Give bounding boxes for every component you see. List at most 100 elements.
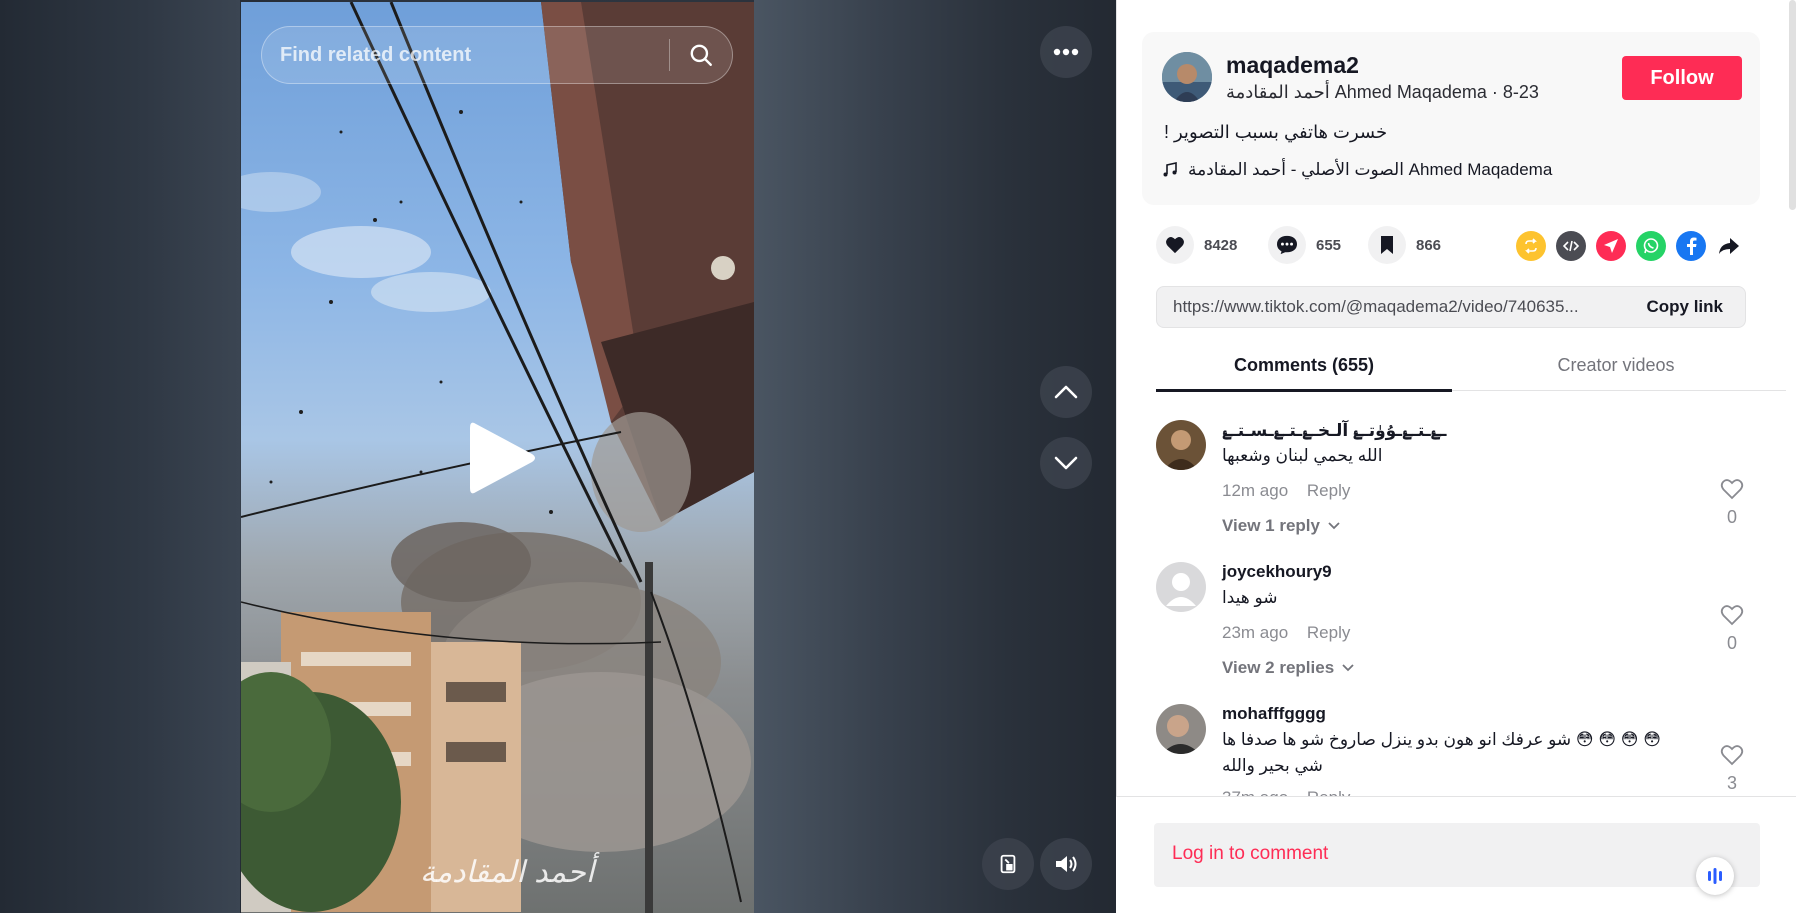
save-button[interactable]: 866 — [1368, 226, 1441, 264]
commenter-avatar-image — [1156, 704, 1206, 754]
author-username[interactable]: maqadema2 — [1226, 52, 1359, 79]
comment-item: mohafffgggg 😳 😳 😳 😳 شو عرفك انو هون بدو … — [1156, 704, 1756, 796]
view-replies-button[interactable]: View 1 reply — [1222, 516, 1340, 536]
search-icon — [690, 44, 712, 66]
comment-like-count: 3 — [1726, 773, 1737, 793]
comment-time: 12m ago — [1222, 481, 1289, 500]
comment-username[interactable]: ـۓـتـۓـۇۈتـۓ آلـخـۓـتـۓـسـتـۓ — [1222, 420, 1446, 441]
play-button[interactable] — [466, 418, 538, 498]
comment-username[interactable]: mohafffgggg — [1222, 704, 1326, 724]
embed-button[interactable] — [1556, 231, 1586, 261]
video-pane: أحمد المقادمة — [0, 0, 1116, 913]
more-share-button[interactable] — [1714, 231, 1744, 261]
more-horizontal-icon — [1053, 48, 1079, 56]
music-title: الصوت الأصلي - أحمد المقادمة Ahmed Maqad… — [1188, 160, 1553, 179]
share-link-box: https://www.tiktok.com/@maqadema2/video/… — [1156, 286, 1746, 328]
author-card: maqadema2 أحمد المقادمة Ahmed Maqadema ·… — [1142, 32, 1760, 205]
search-button[interactable] — [670, 27, 732, 83]
code-embed-icon — [1563, 240, 1579, 252]
comment-list[interactable]: ـۓـتـۓـۇۈتـۓ آلـخـۓـتـۓـسـتـۓ الله يحمي … — [1116, 392, 1788, 796]
comment-icon-wrap — [1268, 226, 1306, 264]
tab-comments[interactable]: Comments (655) — [1156, 355, 1452, 376]
author-avatar-image — [1162, 52, 1212, 102]
bookmark-icon — [1381, 236, 1393, 254]
tiktok-video-page: أحمد المقادمة — [0, 0, 1796, 913]
floating-player-button[interactable] — [982, 838, 1034, 890]
comment-meta: 23m ago Reply — [1222, 623, 1350, 643]
share-link-text[interactable]: https://www.tiktok.com/@maqadema2/video/… — [1173, 297, 1625, 317]
comment-like-count: 0 — [1726, 633, 1737, 653]
comment-avatar[interactable] — [1156, 704, 1206, 754]
comment-item: ـۓـتـۓـۇۈتـۓ آلـخـۓـتـۓـسـتـۓ الله يحمي … — [1156, 420, 1756, 560]
more-options-button[interactable] — [1040, 26, 1092, 78]
video-caption: خسرت هاتفي بسبب التصوير ! — [1164, 122, 1388, 142]
video-blur-background-left — [0, 0, 240, 913]
default-avatar-icon — [1156, 562, 1206, 612]
comment-like-button[interactable]: 0 — [1716, 478, 1748, 528]
heart-outline-icon — [1720, 605, 1744, 626]
heart-outline-icon — [1720, 745, 1744, 766]
comment-meta: 37m ago Reply — [1222, 788, 1350, 796]
chevron-down-icon — [1054, 456, 1078, 470]
comment-avatar[interactable] — [1156, 562, 1206, 612]
comment-reply-button[interactable]: Reply — [1307, 788, 1350, 796]
comment-like-button[interactable]: 0 — [1716, 604, 1748, 654]
comment-text: الله يحمي لبنان وشعبها — [1222, 446, 1383, 465]
related-content-search — [261, 26, 733, 84]
commenter-avatar-image — [1156, 420, 1206, 470]
music-row[interactable]: الصوت الأصلي - أحمد المقادمة Ahmed Maqad… — [1162, 160, 1552, 180]
comment-time: 37m ago — [1222, 788, 1288, 796]
chevron-up-icon — [1054, 385, 1078, 399]
panel-tabs: Comments (655) Creator videos — [1156, 347, 1786, 392]
search-input[interactable] — [262, 27, 669, 83]
comment-text-line-2: شي بحير والله — [1222, 756, 1323, 775]
comment-footer: Log in to comment — [1116, 796, 1796, 913]
send-icon — [1604, 239, 1618, 253]
previous-video-button[interactable] — [1040, 366, 1092, 418]
next-video-button[interactable] — [1040, 437, 1092, 489]
comment-meta: 12m ago Reply — [1222, 481, 1350, 501]
share-whatsapp-button[interactable] — [1636, 231, 1666, 261]
login-to-comment-button[interactable]: Log in to comment — [1154, 823, 1760, 895]
author-avatar[interactable] — [1162, 52, 1212, 102]
comment-text: شو هيدا — [1222, 588, 1278, 607]
comment-username[interactable]: joycekhoury9 — [1222, 562, 1332, 582]
volume-button[interactable] — [1040, 838, 1092, 890]
comment-count: 655 — [1316, 236, 1342, 254]
music-note-icon — [1163, 162, 1177, 177]
comment-avatar[interactable] — [1156, 420, 1206, 470]
heart-icon — [1166, 237, 1184, 254]
comment-icon — [1277, 235, 1297, 255]
facebook-icon — [1687, 237, 1697, 255]
comment-text: 😳 😳 😳 😳 شو عرفك انو هون بدو ينزل صاروخ ش… — [1222, 730, 1661, 749]
send-to-friends-button[interactable] — [1596, 231, 1626, 261]
video-watermark: أحمد المقادمة — [420, 855, 595, 890]
audio-bars-icon — [1708, 868, 1722, 884]
copy-link-button[interactable]: Copy link — [1646, 297, 1723, 317]
comment-like-button[interactable]: 3 — [1716, 744, 1748, 794]
like-button[interactable]: 8428 — [1156, 226, 1237, 264]
tab-creator-videos[interactable]: Creator videos — [1466, 355, 1766, 376]
follow-button[interactable]: Follow — [1622, 56, 1742, 100]
comment-reply-button[interactable]: Reply — [1307, 481, 1350, 500]
volume-icon — [1056, 856, 1077, 872]
audio-assistant-button[interactable] — [1696, 857, 1734, 895]
comment-reply-button[interactable]: Reply — [1307, 623, 1350, 642]
share-facebook-button[interactable] — [1676, 231, 1706, 261]
play-icon — [470, 422, 535, 494]
author-display-name: أحمد المقادمة Ahmed Maqadema · 8-23 — [1226, 82, 1539, 102]
like-icon-wrap — [1156, 226, 1194, 264]
comment-item: joycekhoury9 شو هيدا 23m ago Reply View … — [1156, 562, 1756, 702]
whatsapp-icon — [1643, 238, 1659, 254]
comment-time: 23m ago — [1222, 623, 1289, 642]
view-replies-label: View 1 reply — [1222, 516, 1320, 535]
comment-like-count: 0 — [1726, 507, 1737, 527]
save-icon-wrap — [1368, 226, 1406, 264]
repost-icon — [1525, 238, 1537, 254]
view-replies-button[interactable]: View 2 replies — [1222, 658, 1354, 678]
panel-scrollbar[interactable] — [1789, 0, 1796, 210]
share-arrow-icon — [1719, 238, 1739, 254]
repost-button[interactable] — [1516, 231, 1546, 261]
save-count: 866 — [1416, 236, 1442, 254]
comment-button[interactable]: 655 — [1268, 226, 1341, 264]
